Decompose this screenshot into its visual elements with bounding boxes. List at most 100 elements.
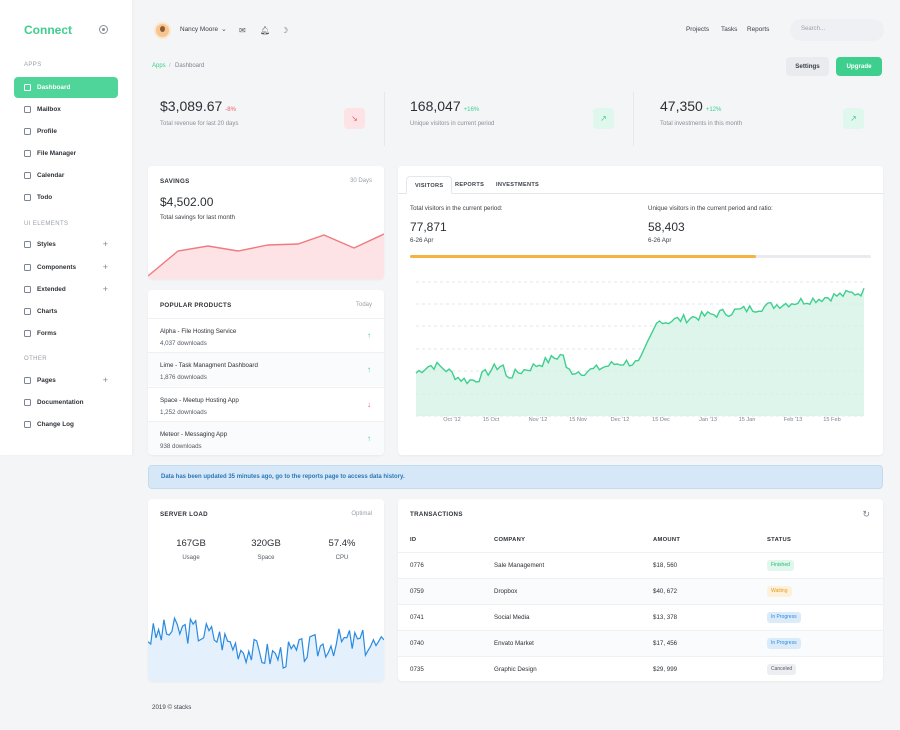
metric-value: 320GB [251, 538, 281, 549]
cell-amount: $29, 999 [653, 666, 678, 673]
cell-id: 0735 [410, 666, 424, 673]
sidebar-item-todo[interactable]: Todo [14, 187, 118, 208]
layers-icon [24, 286, 31, 293]
grid-icon [24, 264, 31, 271]
list-item[interactable]: Lime - Task Managment Dashboard 1,876 dow… [148, 352, 384, 386]
arrow-down-icon: ↓ [367, 400, 371, 409]
metric-value: 57.4% [328, 538, 356, 549]
tab-investments[interactable]: INVESTMENTS [488, 176, 547, 194]
expand-plus-icon[interactable]: + [103, 262, 108, 272]
stat-delta: +12% [705, 107, 722, 113]
avatar[interactable] [154, 22, 171, 39]
stat-delta: -8% [225, 107, 236, 113]
sidebar-item-change-log[interactable]: Change Log [14, 414, 118, 435]
sidebar-item-dashboard[interactable]: Dashboard [14, 77, 118, 98]
user-name[interactable]: Nancy Moore [180, 26, 218, 33]
section-ui-elements: UI ELEMENTS [24, 221, 69, 227]
status-badge: Finished [767, 560, 794, 571]
column-header-status[interactable]: STATUS [767, 537, 791, 543]
sidebar-item-label: Components [37, 264, 77, 271]
sidebar-item-file-manager[interactable]: File Manager [14, 143, 118, 164]
server-status: Optimal [351, 511, 372, 517]
column-header-amount[interactable]: AMOUNT [653, 537, 680, 543]
sidebar-item-label: Todo [37, 194, 53, 201]
expand-plus-icon[interactable]: + [103, 239, 108, 249]
list-item[interactable]: Alpha - File Hosting Service 4,037 downlo… [148, 318, 384, 352]
nav-link-projects[interactable]: Projects [686, 26, 709, 33]
table-row[interactable]: 0735 Graphic Design $29, 999 Canceled [398, 656, 883, 681]
tab-visitors[interactable]: VISITORS [406, 176, 453, 194]
sidebar-item-label: Dashboard [37, 84, 71, 91]
breadcrumb-root[interactable]: Apps [152, 63, 166, 69]
moon-icon[interactable]: ☽ [281, 26, 288, 35]
card-period[interactable]: Today [356, 302, 372, 308]
product-name: Lime - Task Managment Dashboard [160, 362, 258, 369]
sidebar-item-mailbox[interactable]: Mailbox [14, 99, 118, 120]
product-downloads: 4,037 downloads [160, 340, 207, 347]
x-tick-label: Feb '13 [784, 417, 802, 423]
table-row[interactable]: 0776 Sale Management $18, 560 Finished [398, 552, 883, 578]
metric-label: CPU [335, 555, 349, 561]
cell-company: Social Media [494, 614, 530, 621]
nav-link-reports[interactable]: Reports [747, 26, 769, 33]
sidebar-toggle-icon[interactable] [99, 25, 108, 34]
search-input[interactable]: Search... [790, 19, 884, 41]
product-name: Meteor - Messaging App [160, 431, 228, 438]
x-tick-label: 15 Oct [483, 417, 500, 423]
card-title: TRANSACTIONS [410, 511, 463, 518]
product-downloads: 1,252 downloads [160, 409, 207, 416]
list-item[interactable]: Space - Meetup Hosting App 1,252 download… [148, 387, 384, 421]
visitors-card: VISITORS REPORTS INVESTMENTS Total visit… [398, 166, 883, 455]
brand-logo[interactable]: Connect [24, 23, 72, 37]
list-item[interactable]: Meteor - Messaging App 938 downloads ↑ [148, 421, 384, 455]
trending-down-icon: ↘ [344, 108, 365, 129]
cell-amount: $17, 456 [653, 640, 678, 647]
column-header-id[interactable]: ID [410, 537, 416, 543]
expand-plus-icon[interactable]: + [103, 284, 108, 294]
sidebar-item-forms[interactable]: Forms [14, 323, 118, 344]
sidebar-item-charts[interactable]: Charts [14, 301, 118, 322]
sidebar-item-extended[interactable]: Extended + [14, 279, 118, 300]
stat-investments: 47,350 +12% Total investments in this mon… [660, 98, 742, 127]
savings-sparkline [148, 233, 384, 279]
sidebar-item-label: Documentation [37, 399, 84, 406]
trending-up-icon: ↗ [843, 108, 864, 129]
savings-label: Total savings for last month [160, 214, 235, 221]
column-header-company[interactable]: COMPANY [494, 537, 525, 543]
book-icon [24, 399, 31, 406]
sidebar-item-label: Pages [37, 377, 56, 384]
refresh-icon[interactable]: ↻ [862, 509, 870, 520]
chevron-down-icon[interactable]: ⌄ [221, 25, 227, 33]
mail-icon[interactable]: ✉ [239, 26, 246, 35]
x-tick-label: 15 Dec [652, 417, 670, 423]
sidebar-item-documentation[interactable]: Documentation [14, 392, 118, 413]
status-badge: Canceled [767, 664, 797, 675]
cell-id: 0776 [410, 562, 424, 569]
sidebar: Connect APPS Dashboard Mailbox Profile F… [0, 0, 132, 455]
expand-plus-icon[interactable]: + [103, 375, 108, 385]
form-icon [24, 330, 31, 337]
card-period[interactable]: 30 Days [350, 178, 372, 184]
stat-revenue: $3,089.67 -8% Total revenue for last 20 d… [160, 98, 238, 127]
upgrade-button[interactable]: Upgrade [836, 57, 882, 76]
sidebar-item-styles[interactable]: Styles + [14, 234, 118, 255]
table-row[interactable]: 0741 Social Media $13, 378 In Progress [398, 604, 883, 630]
tab-reports[interactable]: REPORTS [447, 176, 492, 194]
metric-cpu: 57.4% CPU [312, 538, 372, 561]
settings-button[interactable]: Settings [786, 57, 829, 76]
table-row[interactable]: 0759 Dropbox $40, 672 Waiting [398, 578, 883, 604]
nav-link-tasks[interactable]: Tasks [721, 26, 737, 33]
arrow-up-icon: ↑ [367, 331, 371, 340]
bell-icon[interactable]: 🔔︎ [260, 26, 270, 35]
table-row[interactable]: 0740 Envato Market $17, 456 In Progress [398, 630, 883, 656]
metric-space: 320GB Space [236, 538, 296, 561]
sidebar-item-calendar[interactable]: Calendar [14, 165, 118, 186]
mail-icon [24, 106, 31, 113]
sidebar-item-components[interactable]: Components + [14, 257, 118, 278]
cell-company: Envato Market [494, 640, 534, 647]
metric-usage: 167GB Usage [161, 538, 221, 561]
card-title: POPULAR PRODUCTS [160, 302, 232, 309]
sidebar-item-profile[interactable]: Profile [14, 121, 118, 142]
total-visitors-label: Total visitors in the current period: [410, 205, 503, 212]
sidebar-item-pages[interactable]: Pages + [14, 370, 118, 391]
